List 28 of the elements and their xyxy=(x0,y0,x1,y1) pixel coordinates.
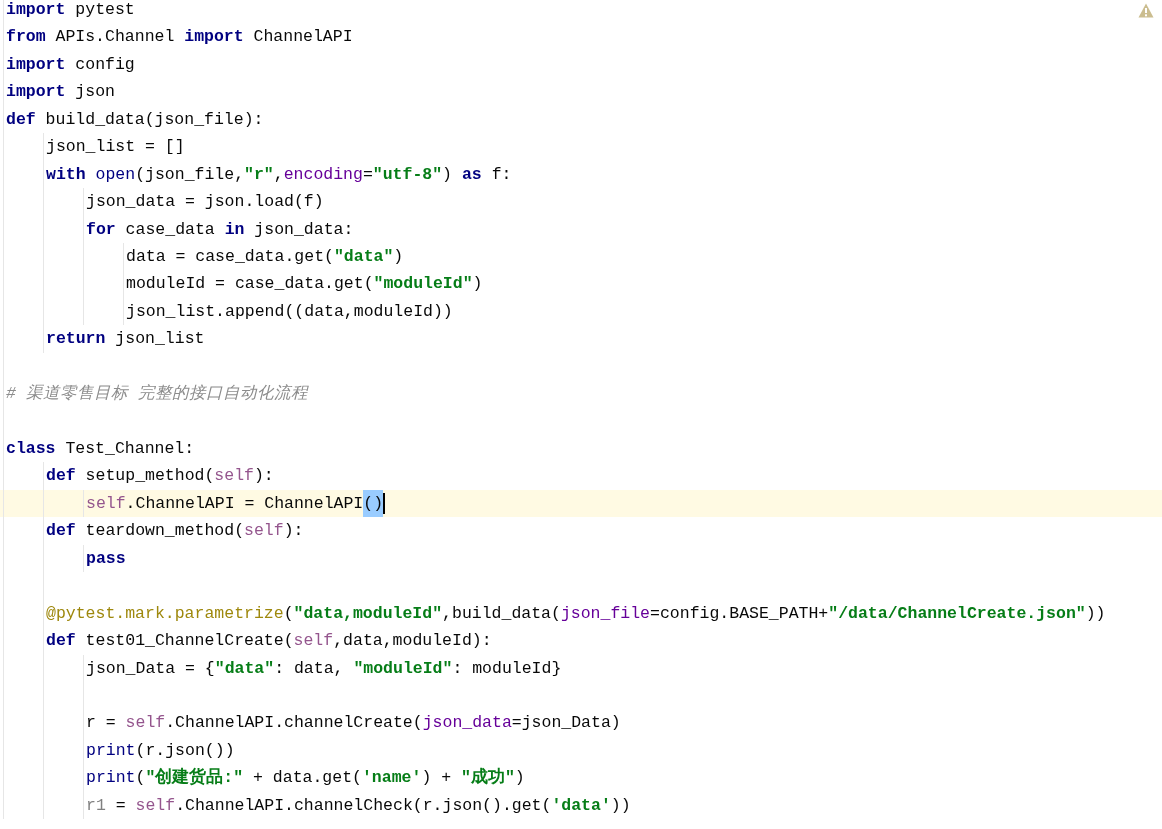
code-line: with open(json_file,"r",encoding="utf-8") as f: xyxy=(46,163,512,186)
code-line: import config xyxy=(6,53,135,76)
text-cursor xyxy=(383,493,386,515)
code-line: return json_list xyxy=(46,328,205,351)
code-line: moduleId = case_data.get("moduleId") xyxy=(126,273,483,296)
code-line: json_data = json.load(f) xyxy=(86,191,324,214)
code-line: print("创建货品:" + data.get('name') + "成功") xyxy=(86,766,525,790)
warning-icon[interactable] xyxy=(1138,3,1154,18)
code-line: @pytest.mark.parametrize("data,moduleId",build_data(json_file=config.BASE_PATH+"/data/ChannelCreate.json")) xyxy=(46,602,1106,625)
code-line: r = self.ChannelAPI.channelCreate(json_data=json_Data) xyxy=(86,712,621,735)
code-line: json_list.append((data,moduleId)) xyxy=(126,300,453,323)
code-line: def test01_ChannelCreate(self,data,moduleId): xyxy=(46,630,492,653)
code-line: def setup_method(self): xyxy=(46,465,274,488)
code-line: from APIs.Channel import ChannelAPI xyxy=(6,26,353,49)
code-line: self.ChannelAPI = ChannelAPI() xyxy=(86,489,386,518)
code-line: json_list = [] xyxy=(46,136,185,159)
code-line: json_Data = {"data": data, "moduleId": moduleId} xyxy=(86,657,562,680)
code-line: def build_data(json_file): xyxy=(6,108,264,131)
code-line: # 渠道零售目标 完整的接口自动化流程 xyxy=(6,383,308,406)
code-line: def teardown_method(self): xyxy=(46,520,304,543)
code-line: r1 = self.ChannelAPI.channelCheck(r.json().get('data')) xyxy=(86,794,631,817)
code-line: import pytest xyxy=(6,0,135,21)
code-line: for case_data in json_data: xyxy=(86,218,354,241)
code-line: data = case_data.get("data") xyxy=(126,245,404,268)
code-line: print(r.json()) xyxy=(86,739,235,762)
code-line: pass xyxy=(86,547,126,570)
code-line: import json xyxy=(6,81,115,104)
code-line: class Test_Channel: xyxy=(6,438,195,460)
